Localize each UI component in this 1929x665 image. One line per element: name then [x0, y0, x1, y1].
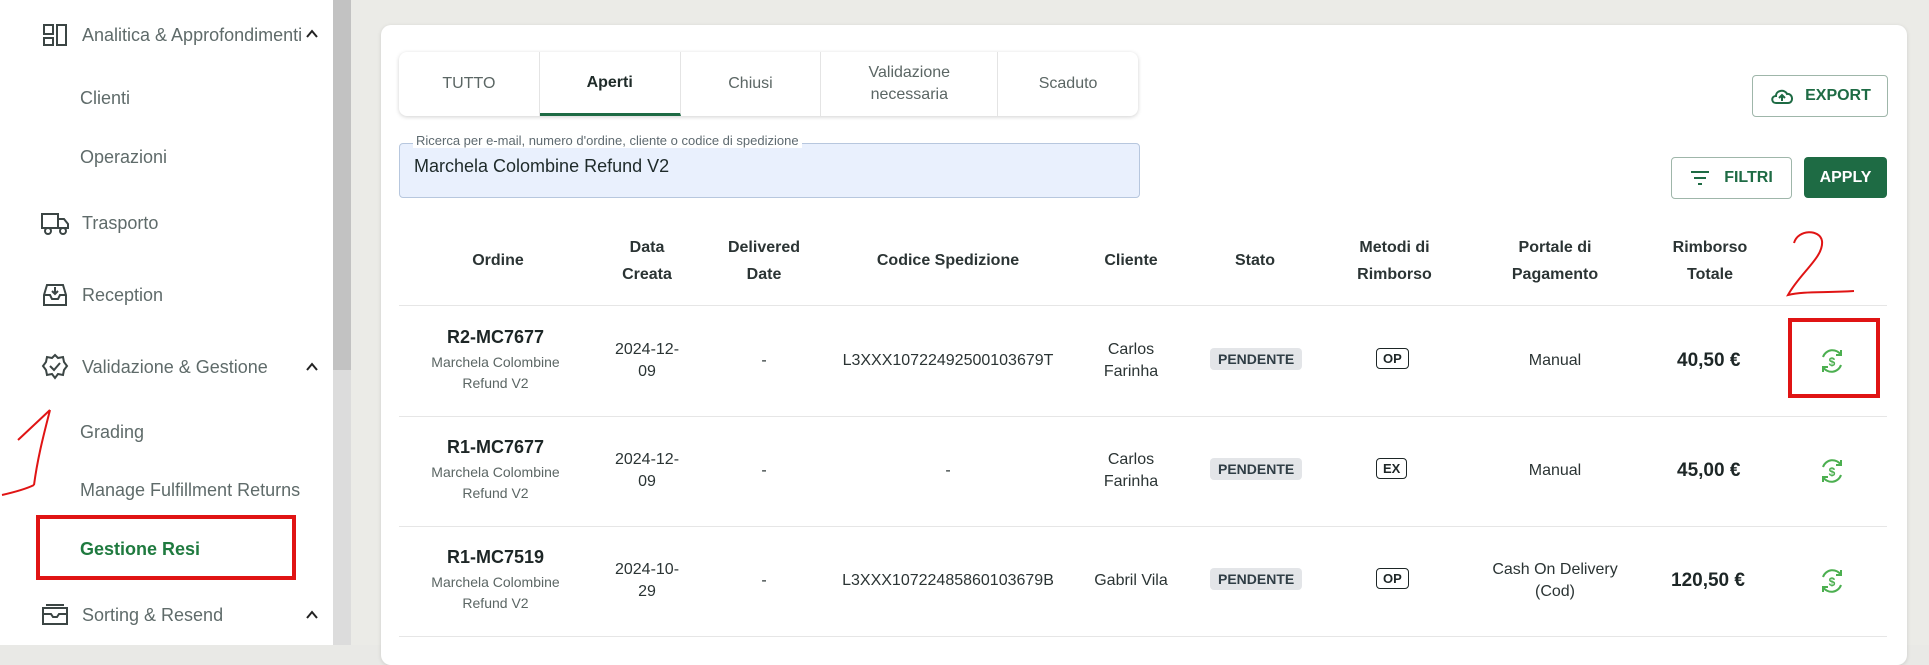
- header-stato[interactable]: Stato: [1205, 247, 1305, 274]
- order-id[interactable]: R1-MC7519: [418, 546, 573, 568]
- row-divider: [399, 636, 1887, 637]
- tab-aperti[interactable]: Aperti: [539, 52, 681, 116]
- tab-validazione-necessaria[interactable]: Validazione necessaria: [821, 52, 999, 116]
- shipping-code: -: [945, 462, 951, 479]
- client-name: Gabril Vila: [1094, 572, 1168, 589]
- header-metodi-rimborso[interactable]: Metodi di Rimborso: [1342, 234, 1447, 288]
- sidebar-item-reception[interactable]: Reception: [40, 280, 163, 310]
- sidebar-item-label: Trasporto: [82, 212, 159, 233]
- apply-button[interactable]: APPLY: [1804, 157, 1887, 198]
- truck-icon: [40, 208, 70, 238]
- header-delivered-date[interactable]: Delivered Date: [718, 234, 810, 288]
- filter-label: FILTRI: [1724, 169, 1773, 186]
- shipping-code: L3XXX10722492500103679T: [842, 352, 1054, 369]
- sidebar-item-label: Analitica & Approfondimenti: [82, 24, 303, 45]
- created-date-day: 09: [638, 473, 656, 490]
- delivered-date: -: [761, 572, 767, 589]
- sidebar-item-label: Reception: [82, 284, 164, 305]
- tab-tutto[interactable]: TUTTO: [399, 52, 540, 116]
- search-label: Ricerca per e-mail, numero d'ordine, cli…: [413, 133, 802, 148]
- order-id[interactable]: R2-MC7677: [418, 326, 573, 348]
- header-cliente[interactable]: Cliente: [1081, 247, 1181, 274]
- status-badge: PENDENTE: [1210, 568, 1303, 590]
- sidebar-item-sorting-resend[interactable]: Sorting & Resend: [40, 600, 223, 630]
- export-button[interactable]: EXPORT: [1752, 75, 1888, 117]
- analytics-icon: [40, 20, 70, 50]
- row-divider: [399, 526, 1887, 527]
- sidebar-item-trasporto[interactable]: Trasporto: [40, 208, 158, 238]
- refund-total: 120,50 €: [1671, 570, 1745, 591]
- header-rimborso-totale[interactable]: Rimborso Totale: [1665, 234, 1755, 288]
- client-surname: Farinha: [1103, 363, 1159, 380]
- chevron-up-icon[interactable]: [304, 607, 320, 623]
- client-surname: Farinha: [1103, 473, 1159, 490]
- refund-method-badge: OP: [1376, 348, 1409, 369]
- refund-icon[interactable]: $: [1818, 457, 1846, 485]
- sidebar-item-manage-fulfillment-returns[interactable]: Manage Fulfillment Returns: [80, 480, 300, 501]
- sidebar-scrollbar[interactable]: [333, 0, 351, 645]
- export-label: EXPORT: [1805, 87, 1871, 104]
- refund-method-badge: EX: [1376, 458, 1408, 479]
- payment-portal: Cash On Delivery: [1492, 561, 1618, 578]
- refund-total: 45,00 €: [1677, 460, 1741, 481]
- order-subtitle: Marchela Colombine Refund V2: [431, 574, 560, 611]
- row-divider: [399, 416, 1887, 417]
- svg-text:$: $: [1829, 465, 1836, 479]
- annotation-box-1: [36, 515, 296, 580]
- order-subtitle: Marchela Colombine Refund V2: [431, 354, 560, 391]
- created-date-day: 09: [638, 363, 656, 380]
- sidebar-item-label: Sorting & Resend: [82, 604, 224, 625]
- sidebar-item-operazioni[interactable]: Operazioni: [80, 147, 167, 168]
- delivered-date: -: [761, 462, 767, 479]
- created-date: 2024-12-: [614, 451, 680, 468]
- payment-portal: Manual: [1528, 462, 1582, 479]
- shipping-code: L3XXX10722485860103679B: [842, 572, 1054, 589]
- created-date-day: 29: [638, 583, 656, 600]
- created-date: 2024-10-: [614, 561, 680, 578]
- order-id[interactable]: R1-MC7677: [418, 436, 573, 458]
- check-badge-icon: [40, 352, 70, 382]
- svg-text:$: $: [1829, 575, 1836, 589]
- payment-portal-suffix: (Cod): [1534, 583, 1575, 600]
- sidebar-item-label: Validazione & Gestione: [82, 356, 268, 377]
- annotation-number-2: [1786, 231, 1855, 297]
- payment-portal: Manual: [1528, 352, 1582, 369]
- chevron-up-icon[interactable]: [304, 359, 320, 375]
- search-value[interactable]: Marchela Colombine Refund V2: [414, 156, 669, 177]
- box-icon: [40, 600, 70, 630]
- scrollbar-thumb[interactable]: [333, 0, 351, 370]
- refund-icon[interactable]: $: [1818, 567, 1846, 595]
- refund-total: 40,50 €: [1677, 350, 1741, 371]
- row-divider: [399, 305, 1887, 306]
- sidebar-item-analitica[interactable]: Analitica & Approfondimenti: [40, 20, 302, 50]
- header-data-creata[interactable]: Data Creata: [612, 234, 682, 288]
- header-ordine[interactable]: Ordine: [433, 247, 563, 274]
- client-name: Carlos: [1107, 451, 1155, 468]
- refund-method-badge: OP: [1376, 568, 1409, 589]
- client-name: Carlos: [1107, 341, 1155, 358]
- annotation-box-2: [1788, 318, 1880, 398]
- delivered-date: -: [761, 352, 767, 369]
- annotation-number-1: [1, 409, 51, 496]
- sidebar-item-clienti[interactable]: Clienti: [80, 88, 130, 109]
- sidebar-item-grading[interactable]: Grading: [80, 422, 144, 443]
- chevron-up-icon[interactable]: [304, 26, 320, 42]
- header-portale-pagamento[interactable]: Portale di Pagamento: [1500, 234, 1610, 288]
- created-date: 2024-12-: [614, 341, 680, 358]
- status-badge: PENDENTE: [1210, 348, 1303, 370]
- sidebar-item-validazione[interactable]: Validazione & Gestione: [40, 352, 268, 382]
- filter-icon: [1691, 171, 1710, 185]
- status-tabs: TUTTO Aperti Chiusi Validazione necessar…: [399, 52, 1138, 116]
- cloud-upload-icon: [1771, 89, 1794, 104]
- tab-chiusi[interactable]: Chiusi: [681, 52, 822, 116]
- inbox-icon: [40, 280, 70, 310]
- filter-button[interactable]: FILTRI: [1671, 157, 1792, 199]
- order-subtitle: Marchela Colombine Refund V2: [431, 464, 560, 501]
- header-codice-spedizione[interactable]: Codice Spedizione: [858, 247, 1038, 274]
- tab-scaduto[interactable]: Scaduto: [998, 52, 1138, 116]
- status-badge: PENDENTE: [1210, 458, 1303, 480]
